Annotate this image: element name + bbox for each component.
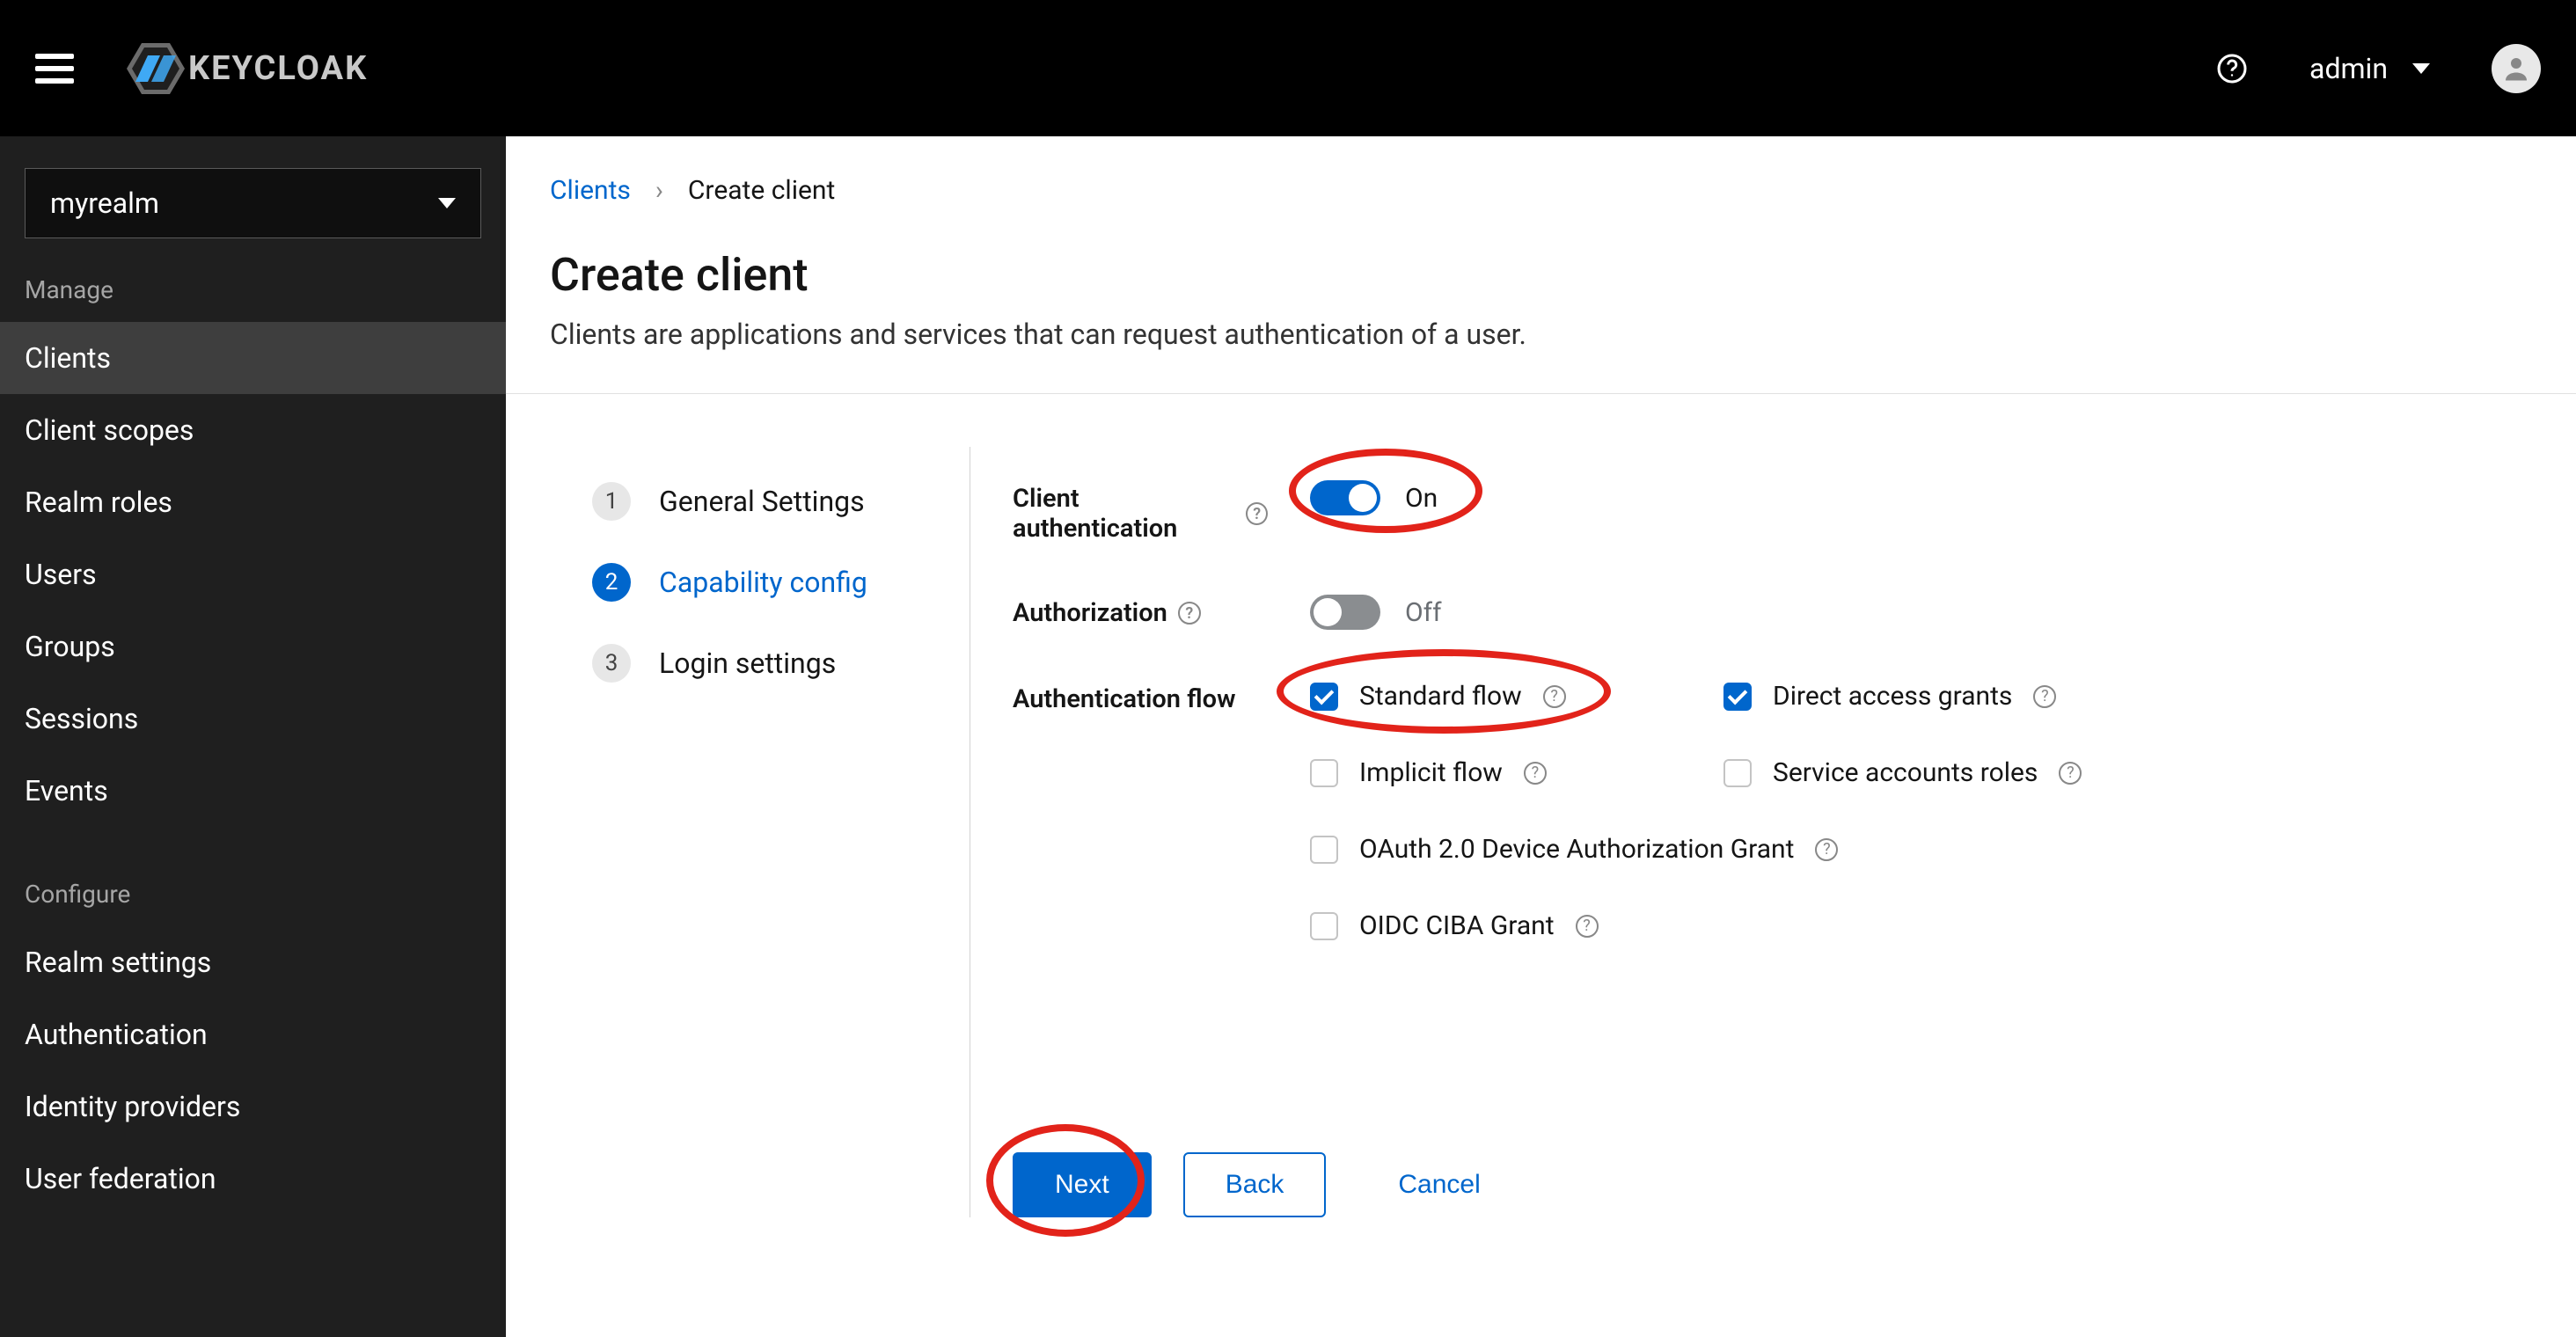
flow-label: Service accounts roles: [1773, 757, 2038, 788]
cancel-button[interactable]: Cancel: [1358, 1154, 1520, 1216]
client-auth-status: On: [1405, 483, 1438, 514]
authorization-status: Off: [1405, 597, 1442, 628]
flow-checkbox-standard[interactable]: [1310, 683, 1338, 711]
help-icon[interactable]: ?: [1543, 685, 1566, 708]
step-label: Capability config: [659, 566, 867, 599]
sidebar-item-clients[interactable]: Clients: [0, 322, 506, 394]
caret-down-icon: [438, 198, 456, 208]
next-button[interactable]: Next: [1013, 1152, 1152, 1217]
realm-selector[interactable]: myrealm: [25, 168, 481, 238]
flow-label: OAuth 2.0 Device Authorization Grant: [1359, 834, 1794, 865]
sidebar-item-identity-providers[interactable]: Identity providers: [0, 1070, 506, 1143]
brand-logo[interactable]: KEYCLOAK: [127, 43, 368, 94]
realm-name: myrealm: [50, 186, 159, 220]
user-name: admin: [2309, 52, 2388, 85]
main-content: Clients › Create client Create client Cl…: [506, 136, 2576, 1337]
help-icon[interactable]: ?: [2033, 685, 2056, 708]
chevron-right-icon: ›: [655, 175, 663, 206]
step-label: Login settings: [659, 647, 836, 680]
wizard-step-1[interactable]: 1 General Settings: [592, 482, 906, 521]
flow-checkbox-svc-acct[interactable]: [1723, 759, 1752, 787]
flow-option-implicit: Implicit flow?: [1310, 757, 1715, 788]
sidebar-section-manage: Manage: [0, 275, 506, 304]
flow-checkbox-direct[interactable]: [1723, 683, 1752, 711]
client-auth-label: Client authentication ?: [1013, 480, 1268, 544]
sidebar-item-users[interactable]: Users: [0, 538, 506, 610]
page-title: Create client: [550, 248, 2532, 302]
back-button[interactable]: Back: [1183, 1152, 1327, 1217]
step-number: 1: [592, 482, 631, 521]
step-label: General Settings: [659, 485, 865, 518]
flow-option-svc-acct: Service accounts roles?: [1723, 757, 2128, 788]
help-icon[interactable]: ?: [1178, 602, 1201, 625]
auth-flow-label: Authentication flow: [1013, 681, 1268, 714]
flow-checkbox-oidc-ciba[interactable]: [1310, 912, 1338, 940]
help-icon[interactable]: [2216, 53, 2248, 84]
help-icon[interactable]: ?: [1524, 762, 1547, 785]
user-menu[interactable]: admin: [2309, 52, 2430, 85]
sidebar-item-realm-roles[interactable]: Realm roles: [0, 466, 506, 538]
caret-down-icon: [2412, 63, 2430, 74]
flow-option-oauth-dev: OAuth 2.0 Device Authorization Grant?: [1310, 834, 2128, 865]
help-icon[interactable]: ?: [1815, 838, 1838, 861]
sidebar-item-events[interactable]: Events: [0, 755, 506, 827]
flow-option-standard: Standard flow?: [1310, 681, 1715, 712]
breadcrumb-parent[interactable]: Clients: [550, 175, 631, 206]
wizard-step-2[interactable]: 2 Capability config: [592, 563, 906, 602]
keycloak-hex-icon: [127, 43, 185, 94]
client-auth-toggle[interactable]: [1310, 480, 1380, 515]
breadcrumb-current: Create client: [688, 175, 835, 206]
hamburger-menu-icon[interactable]: [35, 51, 74, 86]
divider: [506, 393, 2576, 394]
authorization-label: Authorization ?: [1013, 595, 1268, 628]
app-header: KEYCLOAK admin: [0, 0, 2576, 136]
help-icon[interactable]: ?: [1246, 502, 1268, 525]
sidebar-item-user-federation[interactable]: User federation: [0, 1143, 506, 1215]
flow-option-direct: Direct access grants?: [1723, 681, 2128, 712]
sidebar-item-groups[interactable]: Groups: [0, 610, 506, 683]
flow-label: Standard flow: [1359, 681, 1522, 712]
authorization-toggle[interactable]: [1310, 595, 1380, 630]
sidebar-section-configure: Configure: [0, 880, 506, 909]
sidebar-item-client-scopes[interactable]: Client scopes: [0, 394, 506, 466]
flow-checkbox-oauth-dev[interactable]: [1310, 836, 1338, 864]
wizard-form: Client authentication ? On: [970, 447, 2532, 1217]
help-icon[interactable]: ?: [2059, 762, 2082, 785]
wizard-steps: 1 General Settings 2 Capability config 3 Logi…: [550, 447, 970, 1217]
sidebar-item-realm-settings[interactable]: Realm settings: [0, 926, 506, 998]
page-description: Clients are applications and services th…: [550, 318, 2532, 351]
sidebar-item-authentication[interactable]: Authentication: [0, 998, 506, 1070]
step-number: 3: [592, 644, 631, 683]
sidebar: myrealm Manage ClientsClient scopesRealm…: [0, 136, 506, 1337]
flow-label: OIDC CIBA Grant: [1359, 910, 1555, 941]
flow-checkbox-implicit[interactable]: [1310, 759, 1338, 787]
avatar[interactable]: [2492, 44, 2541, 93]
flow-option-oidc-ciba: OIDC CIBA Grant?: [1310, 910, 2128, 941]
flow-label: Implicit flow: [1359, 757, 1503, 788]
step-number: 2: [592, 563, 631, 602]
breadcrumb: Clients › Create client: [550, 175, 2532, 206]
help-icon[interactable]: ?: [1576, 915, 1599, 938]
brand-text: KEYCLOAK: [188, 49, 368, 88]
sidebar-item-sessions[interactable]: Sessions: [0, 683, 506, 755]
flow-label: Direct access grants: [1773, 681, 2012, 712]
wizard-step-3[interactable]: 3 Login settings: [592, 644, 906, 683]
